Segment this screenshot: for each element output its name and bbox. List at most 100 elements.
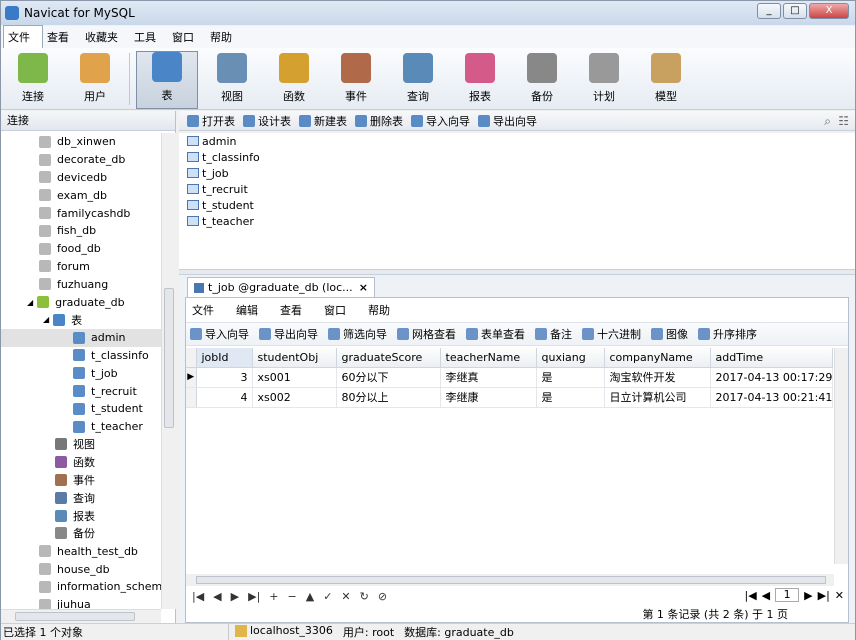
- grid-cell-teacherName[interactable]: 李继康: [440, 387, 537, 408]
- toolbar-query-button[interactable]: 查询: [390, 51, 446, 109]
- tools-icon[interactable]: ✕: [835, 589, 844, 602]
- column-header-jobId[interactable]: jobId: [196, 348, 253, 368]
- object-list-item[interactable]: t_classinfo: [179, 149, 855, 165]
- tree-item[interactable]: t_recruit: [1, 382, 161, 400]
- grid-vertical-scrollbar[interactable]: [834, 348, 848, 564]
- tree-item[interactable]: fish_db: [1, 222, 161, 240]
- tree-item[interactable]: 视图: [1, 436, 161, 454]
- object-list-item[interactable]: t_job: [179, 165, 855, 181]
- toolbar-model-button[interactable]: 模型: [638, 51, 694, 109]
- grid-cell-quxiang[interactable]: 是: [536, 387, 605, 408]
- toolbar-schedule-button[interactable]: 计划: [576, 51, 632, 109]
- toolbar-table-button[interactable]: 表: [136, 51, 198, 109]
- tree-item[interactable]: t_classinfo: [1, 347, 161, 365]
- tree-item[interactable]: forum: [1, 258, 161, 276]
- tree-item[interactable]: 事件: [1, 471, 161, 489]
- cancel-edit-icon[interactable]: ✓: [323, 590, 332, 603]
- toolbar-view-button[interactable]: 视图: [204, 51, 260, 109]
- tab-t-job[interactable]: t_job @graduate_db (loc... ×: [187, 277, 375, 297]
- column-header-quxiang[interactable]: quxiang: [536, 348, 605, 368]
- menu-help[interactable]: 帮助: [206, 26, 244, 48]
- grid-cell-companyName[interactable]: 淘宝软件开发: [604, 367, 711, 388]
- close-button[interactable]: X: [809, 3, 849, 19]
- first-page-icon[interactable]: |◀: [745, 589, 757, 602]
- filter-wizard-button[interactable]: 筛选向导: [328, 326, 387, 342]
- column-header-studentObj[interactable]: studentObj: [252, 348, 337, 368]
- refresh-icon[interactable]: ↻: [360, 590, 369, 603]
- menu-view[interactable]: 查看: [43, 26, 81, 48]
- sort-ascending-button[interactable]: 升序排序: [698, 326, 757, 342]
- tree-item[interactable]: information_schema: [1, 578, 161, 596]
- export-wizard-button[interactable]: 导出向导: [478, 113, 537, 129]
- tree-vertical-scrollbar[interactable]: [161, 133, 176, 609]
- clear-icon[interactable]: ✕: [341, 590, 350, 603]
- object-list-item[interactable]: t_teacher: [179, 213, 855, 229]
- tree-item[interactable]: 备份: [1, 525, 161, 543]
- search-icon[interactable]: ⌕: [824, 114, 831, 129]
- column-header-teacherName[interactable]: teacherName: [440, 348, 537, 368]
- tree-item[interactable]: ◢ graduate_db: [1, 293, 161, 311]
- tree-item[interactable]: fuzhuang: [1, 275, 161, 293]
- open-table-button[interactable]: 打开表: [187, 113, 235, 129]
- minimize-button[interactable]: _: [757, 3, 781, 19]
- add-record-icon[interactable]: +: [269, 590, 278, 603]
- design-table-button[interactable]: 设计表: [243, 113, 291, 129]
- table-menu-help[interactable]: 帮助: [368, 302, 390, 318]
- page-number-input[interactable]: 1: [775, 588, 800, 602]
- toolbar-connection-button[interactable]: 连接: [5, 51, 61, 109]
- delete-table-button[interactable]: 删除表: [355, 113, 403, 129]
- table-menu-view[interactable]: 查看: [280, 302, 302, 318]
- menu-favorites[interactable]: 收藏夹: [81, 26, 130, 48]
- tree-item[interactable]: ◢ 表: [1, 311, 161, 329]
- post-edit-icon[interactable]: ▲: [306, 590, 314, 603]
- grid-cell-jobId[interactable]: 4: [196, 387, 253, 408]
- toolbar-user-button[interactable]: 用户: [67, 51, 123, 109]
- maximize-button[interactable]: □: [783, 3, 807, 19]
- import-wizard-button[interactable]: 导入向导: [411, 113, 470, 129]
- export-wizard-button[interactable]: 导出向导: [259, 326, 318, 342]
- view-options-icon[interactable]: ☷: [838, 114, 849, 128]
- grid-view-button[interactable]: 网格查看: [397, 326, 456, 342]
- tree-item[interactable]: admin: [1, 328, 161, 347]
- toolbar-report-button[interactable]: 报表: [452, 51, 508, 109]
- row-marker[interactable]: ▶: [186, 367, 197, 388]
- new-table-button[interactable]: 新建表: [299, 113, 347, 129]
- tree-item[interactable]: db_xinwen: [1, 133, 161, 151]
- tree-item[interactable]: t_student: [1, 400, 161, 418]
- grid-cell-addTime[interactable]: 2017-04-13 00:17:29: [710, 367, 834, 388]
- tree-item[interactable]: t_teacher: [1, 418, 161, 436]
- last-page-icon[interactable]: ▶|: [818, 589, 830, 602]
- toolbar-event-button[interactable]: 事件: [328, 51, 384, 109]
- tree-item[interactable]: 查询: [1, 489, 161, 507]
- toolbar-backup-button[interactable]: 备份: [514, 51, 570, 109]
- tree-item[interactable]: 函数: [1, 453, 161, 471]
- grid-cell-graduateScore[interactable]: 60分以下: [336, 367, 441, 388]
- import-wizard-button[interactable]: 导入向导: [190, 326, 249, 342]
- form-view-button[interactable]: 表单查看: [466, 326, 525, 342]
- tree-item[interactable]: food_db: [1, 240, 161, 258]
- menu-tools[interactable]: 工具: [130, 26, 168, 48]
- delete-record-icon[interactable]: −: [288, 590, 297, 603]
- column-header-graduateScore[interactable]: graduateScore: [336, 348, 441, 368]
- memo-button[interactable]: 备注: [535, 326, 572, 342]
- menu-window[interactable]: 窗口: [168, 26, 206, 48]
- table-row[interactable]: ▶ 3 xs001 60分以下 李继真是淘宝软件开发 2017-04-13 00:17:2…: [186, 367, 834, 388]
- grid-cell-teacherName[interactable]: 李继真: [440, 367, 537, 388]
- grid-cell-quxiang[interactable]: 是: [536, 367, 605, 388]
- prev-page-icon[interactable]: ◀: [762, 589, 770, 602]
- first-record-icon[interactable]: |◀: [192, 590, 204, 603]
- column-header-addTime[interactable]: addTime: [710, 348, 834, 368]
- row-marker[interactable]: [186, 387, 197, 408]
- grid-hscroll-thumb[interactable]: [196, 576, 826, 584]
- grid-cell-graduateScore[interactable]: 80分以上: [336, 387, 441, 408]
- tree-item[interactable]: devicedb: [1, 169, 161, 187]
- grid-horizontal-scrollbar[interactable]: [186, 574, 834, 586]
- grid-cell-studentObj[interactable]: xs002: [252, 387, 337, 408]
- expand-arrow-icon[interactable]: ◢: [27, 298, 33, 307]
- tree-scroll-thumb[interactable]: [164, 288, 174, 428]
- table-menu-window[interactable]: 窗口: [324, 302, 346, 318]
- last-record-icon[interactable]: ▶|: [248, 590, 260, 603]
- object-list-item[interactable]: admin: [179, 133, 855, 149]
- table-menu-file[interactable]: 文件: [192, 302, 214, 318]
- table-row[interactable]: 4 xs002 80分以上 李继康是日立计算机公司 2017-04-13 00:21:4…: [186, 387, 834, 408]
